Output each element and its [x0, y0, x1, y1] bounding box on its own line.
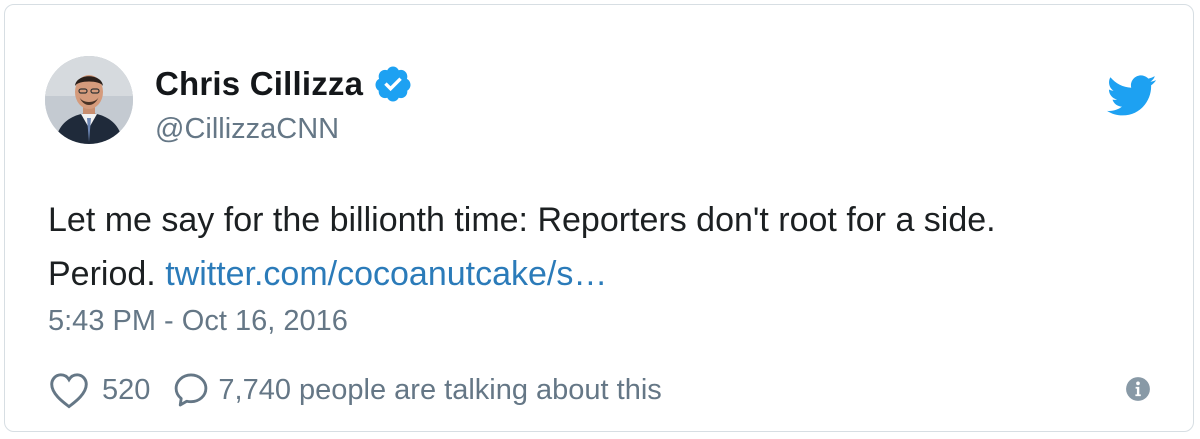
- info-icon[interactable]: [1125, 376, 1151, 402]
- twitter-bird-icon[interactable]: [1106, 75, 1157, 117]
- tweet-text: Let me say for the billionth time: Repor…: [48, 193, 1168, 301]
- tweet-text-line-2: Period. twitter.com/cocoanutcake/s…: [48, 247, 1168, 301]
- tweet-card: Chris Cillizza @CillizzaCNN Let me say f…: [4, 4, 1194, 432]
- author-handle[interactable]: @CillizzaCNN: [155, 113, 339, 146]
- author-name-row: Chris Cillizza: [155, 62, 413, 106]
- tweet-text-line-1: Let me say for the billionth time: Repor…: [48, 201, 996, 239]
- avatar[interactable]: [45, 56, 133, 144]
- tweet-timestamp[interactable]: 5:43 PM - Oct 16, 2016: [48, 305, 348, 338]
- author-display-name[interactable]: Chris Cillizza: [155, 65, 363, 103]
- like-count[interactable]: 520: [102, 374, 150, 407]
- talking-count[interactable]: 7,740 people are talking about this: [218, 374, 661, 407]
- action-row: 520 7,740 people are talking about this: [48, 367, 662, 413]
- person-photo-icon: [45, 56, 133, 144]
- heart-icon[interactable]: [48, 371, 90, 409]
- verified-badge-icon: [373, 64, 413, 104]
- tweet-link[interactable]: twitter.com/cocoanutcake/s…: [165, 255, 607, 293]
- speech-bubble-icon[interactable]: [172, 371, 210, 409]
- tweet-text-prefix: Period.: [48, 255, 156, 293]
